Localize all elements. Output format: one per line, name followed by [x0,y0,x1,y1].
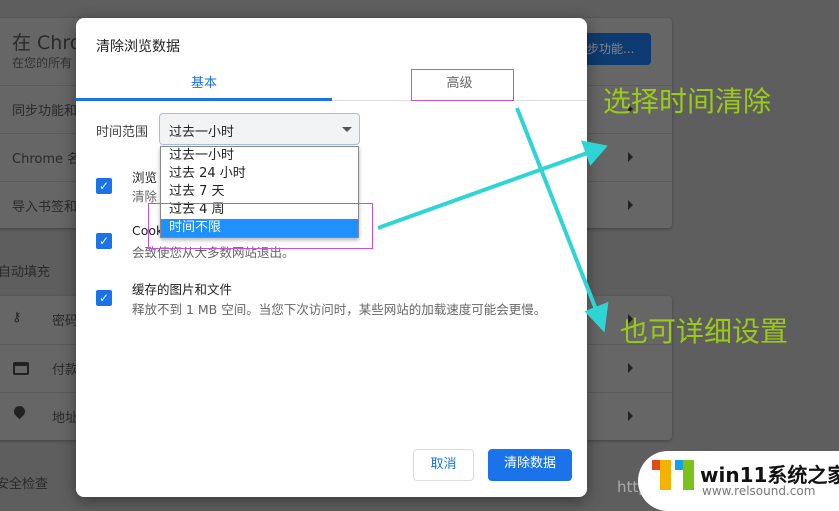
annotation-note1: 选择时间清除 [603,85,772,118]
annotation-arrows [377,107,609,333]
watermark-site: www.relsound.com [702,484,816,498]
arrow-to-note2 [515,107,609,333]
annotation-note2: 也可详细设置 [620,315,789,348]
watermark-logo: win11系统之家 www.relsound.com [638,451,839,511]
arrow-to-note1 [377,140,608,230]
logo-mark-icon [652,460,660,470]
